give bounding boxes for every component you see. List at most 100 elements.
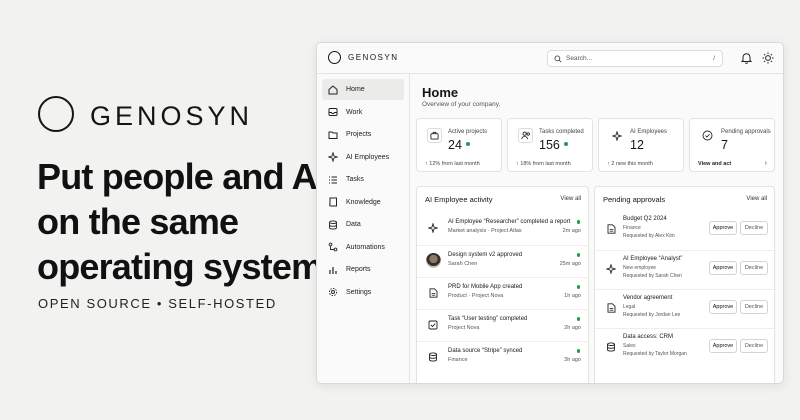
sidebar-item-automations[interactable]: Automations: [322, 237, 404, 258]
activity-time: 2h ago: [564, 325, 581, 331]
activity-view-all-link[interactable]: View all: [560, 196, 581, 202]
sidebar-item-ai-employees[interactable]: AI Employees: [322, 147, 404, 168]
stat-card-ai-employees[interactable]: AI Employees 12 ↑ 2 new this month: [598, 118, 684, 172]
approvals-title: Pending approvals: [603, 195, 666, 204]
activity-time: 3h ago: [564, 357, 581, 363]
approval-requester: Requested by Jordan Lee: [623, 312, 681, 318]
activity-title-text: PRD for Mobile App created: [448, 284, 523, 290]
activity-panel: AI Employee activity View all AI Employe…: [416, 186, 589, 383]
activity-subtitle: Sarah Chen: [448, 261, 478, 267]
headline: Put people and AI on the same operating …: [37, 156, 332, 287]
inbox-icon: [328, 108, 338, 116]
page-title: Home: [422, 85, 459, 100]
stat-label: Tasks completed: [539, 129, 584, 135]
decline-button[interactable]: Decline: [740, 300, 768, 314]
approvals-panel: Pending approvals View all Budget Q2 202…: [594, 186, 775, 383]
approvals-view-all-link[interactable]: View all: [746, 196, 767, 202]
sun-icon[interactable]: [762, 52, 774, 64]
tagline: OPEN SOURCE • SELF-HOSTED: [38, 296, 277, 311]
approval-requester: Requested by Sarah Chen: [623, 273, 682, 279]
approve-button[interactable]: Approve: [709, 221, 737, 235]
search-input[interactable]: Search... /: [547, 50, 723, 67]
top-bar: GENOSYN Search... /: [317, 43, 783, 74]
approve-button[interactable]: Approve: [709, 261, 737, 275]
activity-item[interactable]: Data source “Stripe” synced Finance 3h a…: [417, 341, 588, 371]
sparkle-icon: [426, 221, 440, 235]
bell-icon[interactable]: [741, 52, 752, 64]
approval-category: New employee: [623, 265, 657, 271]
approval-requester: Requested by Taylor Morgan: [623, 351, 687, 357]
sidebar-item-home[interactable]: Home: [322, 79, 404, 100]
decline-button[interactable]: Decline: [740, 261, 768, 275]
sidebar-item-knowledge[interactable]: Knowledge: [322, 192, 404, 213]
sidebar-item-label: Projects: [346, 131, 372, 138]
activity-item[interactable]: Task “User testing” completed Project No…: [417, 309, 588, 339]
check-circle-icon: [700, 128, 715, 143]
sidebar: Home Work Projects AI Employees Tasks Kn…: [317, 74, 410, 383]
stat-trend: ↑ 18% from last month: [516, 161, 571, 167]
sidebar-item-label: Tasks: [346, 176, 364, 183]
book-icon: [329, 197, 337, 207]
status-dot: [576, 317, 580, 321]
activity-subtitle: Market analysis · Project Atlas: [448, 228, 522, 234]
activity-item[interactable]: AI Employee “Researcher” completed a rep…: [417, 213, 588, 243]
search-shortcut: /: [713, 55, 715, 62]
status-dot: [576, 349, 580, 353]
sparkle-icon: [328, 152, 338, 162]
approve-button[interactable]: Approve: [709, 339, 737, 353]
sidebar-item-data[interactable]: Data: [322, 214, 404, 235]
stat-card-active-projects[interactable]: Active projects 24 ↑ 12% from last month: [416, 118, 502, 172]
activity-title-text: Task “User testing” completed: [448, 316, 528, 322]
status-dot: [465, 141, 470, 146]
approval-category: Sales: [623, 343, 636, 349]
approval-requester: Requested by Alex Kim: [623, 233, 675, 239]
app-window: GENOSYN Search... / Home Work Projects A…: [316, 42, 784, 384]
activity-time: 1h ago: [564, 293, 581, 299]
stat-card-pending-approvals[interactable]: Pending approvals 7 View and act ›: [689, 118, 775, 172]
sidebar-item-tasks[interactable]: Tasks: [322, 169, 404, 190]
decline-button[interactable]: Decline: [740, 339, 768, 353]
sidebar-item-label: Home: [346, 86, 365, 93]
approval-item: Data access: CRM Sales Requested by Tayl…: [595, 328, 774, 366]
activity-time: 2m ago: [562, 228, 581, 234]
activity-item[interactable]: PRD for Mobile App created Product · Pro…: [417, 277, 588, 307]
sidebar-item-label: Reports: [346, 266, 371, 273]
approval-title: Vendor agreement: [623, 295, 673, 301]
stat-trend: ↑ 2 new this month: [607, 161, 653, 167]
activity-time: 25m ago: [559, 261, 581, 267]
view-and-act-link[interactable]: View and act: [698, 161, 731, 167]
stat-value: 7: [721, 138, 728, 152]
approval-category: Finance: [623, 225, 641, 231]
approval-item: AI Employee “Analyst” New employee Reque…: [595, 250, 774, 288]
activity-item[interactable]: Design system v2 approved Sarah Chen 25m…: [417, 245, 588, 275]
sparkle-icon: [609, 128, 624, 143]
activity-title-text: Design system v2 approved: [448, 252, 523, 258]
stat-label: Active projects: [448, 129, 488, 135]
document-icon: [604, 222, 618, 236]
stat-card-tasks-completed[interactable]: Tasks completed 156 ↑ 18% from last mont…: [507, 118, 593, 172]
automation-icon: [328, 242, 338, 252]
checkbox-icon: [426, 318, 440, 332]
approval-item: Budget Q2 2024 Finance Requested by Alex…: [595, 211, 774, 249]
stat-trend: ↑ 12% from last month: [425, 161, 480, 167]
document-icon: [426, 286, 440, 300]
sidebar-item-label: AI Employees: [346, 153, 390, 161]
chevron-right-icon[interactable]: ›: [765, 160, 767, 167]
sidebar-item-label: Knowledge: [346, 198, 381, 206]
approve-button[interactable]: Approve: [709, 300, 737, 314]
sparkle-icon: [604, 262, 618, 276]
users-icon: [518, 128, 533, 143]
sidebar-item-settings[interactable]: Settings: [322, 282, 404, 303]
sidebar-item-label: Data: [346, 221, 361, 228]
activity-subtitle: Project Nova: [448, 325, 480, 331]
activity-title: AI Employee activity: [425, 195, 493, 204]
bar-chart-icon: [329, 266, 337, 274]
approval-item: Vendor agreement Legal Requested by Jord…: [595, 289, 774, 327]
folder-icon: [328, 131, 338, 139]
database-icon: [426, 350, 440, 364]
sidebar-item-projects[interactable]: Projects: [322, 124, 404, 145]
approval-category: Legal: [623, 304, 636, 310]
sidebar-item-work[interactable]: Work: [322, 102, 404, 123]
decline-button[interactable]: Decline: [740, 221, 768, 235]
sidebar-item-reports[interactable]: Reports: [322, 259, 404, 280]
